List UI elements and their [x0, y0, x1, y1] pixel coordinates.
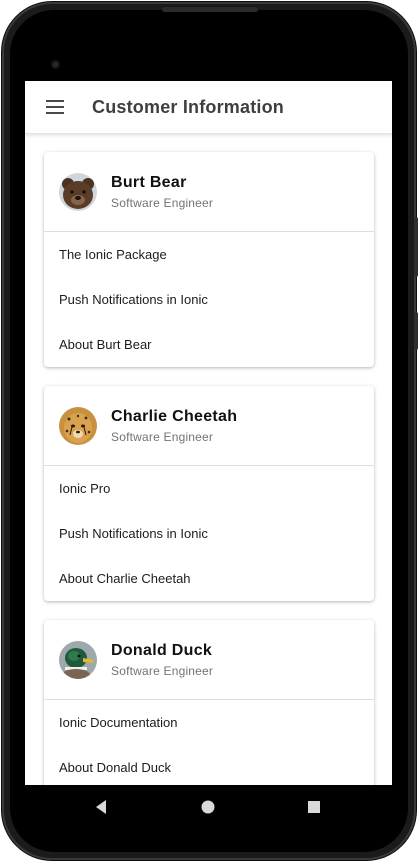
volume-button[interactable]	[414, 217, 418, 277]
customer-job: Software Engineer	[111, 195, 214, 210]
customer-name: Donald Duck	[111, 641, 213, 659]
list-item[interactable]: The Ionic Package	[44, 232, 374, 277]
customer-card: Charlie Cheetah Software Engineer Ionic …	[44, 386, 374, 601]
bear-avatar-icon	[59, 172, 97, 211]
customer-name: Burt Bear	[111, 173, 187, 191]
card-list: Burt Bear Software Engineer The Ionic Pa…	[25, 134, 392, 785]
customer-card: Donald Duck Software Engineer Ionic Docu…	[44, 620, 374, 785]
front-camera	[51, 60, 60, 69]
power-button[interactable]	[414, 312, 418, 350]
card-header[interactable]: Charlie Cheetah Software Engineer	[44, 386, 374, 466]
recents-icon[interactable]	[304, 797, 324, 817]
app-screen: Customer Information Burt Bear Software …	[25, 81, 392, 785]
card-header[interactable]: Donald Duck Software Engineer	[44, 620, 374, 700]
home-icon[interactable]	[198, 797, 218, 817]
duck-avatar-icon	[59, 640, 97, 679]
list-item[interactable]: Ionic Pro	[44, 466, 374, 511]
customer-job: Software Engineer	[111, 663, 214, 678]
customer-card: Burt Bear Software Engineer The Ionic Pa…	[44, 152, 374, 367]
list-item[interactable]: Push Notifications in Ionic	[44, 511, 374, 556]
list-item[interactable]: About Charlie Cheetah	[44, 556, 374, 601]
menu-icon[interactable]	[40, 92, 70, 122]
back-icon[interactable]	[91, 797, 111, 817]
list-item[interactable]: About Burt Bear	[44, 322, 374, 367]
android-nav-bar	[25, 785, 392, 830]
speaker-grille	[162, 7, 258, 12]
customer-job: Software Engineer	[111, 429, 214, 444]
list-item[interactable]: Ionic Documentation	[44, 700, 374, 745]
customer-name: Charlie Cheetah	[111, 407, 238, 425]
card-header[interactable]: Burt Bear Software Engineer	[44, 152, 374, 232]
toolbar: Customer Information	[25, 81, 392, 134]
page-title: Customer Information	[92, 96, 285, 117]
list-item[interactable]: About Donald Duck	[44, 745, 374, 785]
cheetah-avatar-icon	[59, 406, 97, 445]
list-item[interactable]: Push Notifications in Ionic	[44, 277, 374, 322]
